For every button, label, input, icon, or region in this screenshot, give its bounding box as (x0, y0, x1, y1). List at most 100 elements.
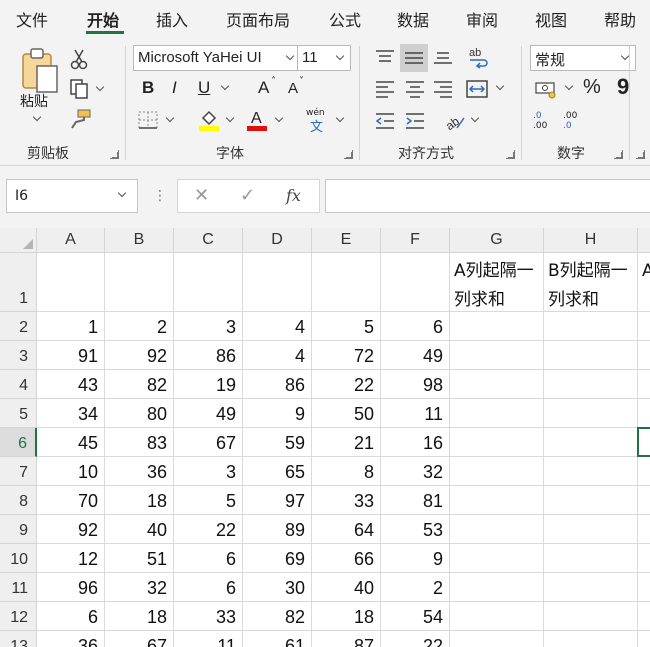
row-header-11[interactable]: 11 (0, 573, 37, 602)
cell-b13[interactable]: 67 (105, 631, 174, 647)
cell-e11[interactable]: 40 (312, 573, 381, 602)
align-left-icon[interactable] (372, 76, 398, 102)
cancel-icon[interactable]: ✕ (194, 185, 209, 206)
cell-d8[interactable]: 97 (243, 486, 312, 515)
cell-g5[interactable] (450, 399, 544, 428)
cell-i7[interactable] (638, 457, 650, 486)
cell-d6[interactable]: 59 (243, 428, 312, 457)
accounting-dropdown-icon[interactable] (564, 81, 574, 91)
active-cell-selection[interactable] (637, 427, 650, 457)
column-header-e[interactable]: E (312, 228, 381, 253)
increase-indent-icon[interactable] (402, 108, 428, 134)
cell-i10[interactable] (638, 544, 650, 573)
row-header-5[interactable]: 5 (0, 399, 37, 428)
cell-h7[interactable] (544, 457, 638, 486)
cell-c3[interactable]: 86 (174, 341, 243, 370)
align-center-icon[interactable] (402, 76, 428, 102)
cell-e1[interactable] (312, 253, 381, 312)
cell-e7[interactable]: 8 (312, 457, 381, 486)
align-middle-icon[interactable] (400, 44, 428, 72)
font-size-combobox[interactable]: 11 (297, 45, 351, 71)
cell-g13[interactable] (450, 631, 544, 647)
cell-a2[interactable]: 1 (37, 312, 105, 341)
cell-h10[interactable] (544, 544, 638, 573)
cell-b12[interactable]: 18 (105, 602, 174, 631)
cut-icon[interactable] (68, 48, 90, 70)
copy-dropdown-icon[interactable] (95, 82, 105, 92)
cell-d4[interactable]: 86 (243, 370, 312, 399)
cell-c11[interactable]: 6 (174, 573, 243, 602)
phonetic-dropdown-icon[interactable] (335, 113, 345, 123)
cell-f13[interactable]: 22 (381, 631, 450, 647)
underline-dropdown-icon[interactable] (220, 81, 230, 91)
cell-h5[interactable] (544, 399, 638, 428)
cell-c5[interactable]: 49 (174, 399, 243, 428)
orientation-icon[interactable]: ab (442, 108, 468, 134)
merge-center-icon[interactable] (464, 76, 490, 102)
tab-formulas[interactable]: 公式 (329, 7, 361, 31)
cell-e3[interactable]: 72 (312, 341, 381, 370)
cell-h12[interactable] (544, 602, 638, 631)
cell-a11[interactable]: 96 (37, 573, 105, 602)
cell-c4[interactable]: 19 (174, 370, 243, 399)
cell-h4[interactable] (544, 370, 638, 399)
cell-e5[interactable]: 50 (312, 399, 381, 428)
cell-a9[interactable]: 92 (37, 515, 105, 544)
cell-f12[interactable]: 54 (381, 602, 450, 631)
cell-f3[interactable]: 49 (381, 341, 450, 370)
font-name-combobox[interactable]: Microsoft YaHei UI (133, 45, 299, 71)
cell-a4[interactable]: 43 (37, 370, 105, 399)
cell-g6[interactable] (450, 428, 544, 457)
cell-b2[interactable]: 2 (105, 312, 174, 341)
number-launcher-icon[interactable] (614, 150, 623, 159)
cell-d13[interactable]: 61 (243, 631, 312, 647)
accounting-format-icon[interactable] (533, 78, 559, 100)
cell-f9[interactable]: 53 (381, 515, 450, 544)
cell-i1[interactable]: A列起隔两 (638, 253, 650, 312)
cell-c9[interactable]: 22 (174, 515, 243, 544)
cell-c12[interactable]: 33 (174, 602, 243, 631)
column-header-f[interactable]: F (381, 228, 450, 253)
cell-b4[interactable]: 82 (105, 370, 174, 399)
cell-g4[interactable] (450, 370, 544, 399)
cell-b8[interactable]: 18 (105, 486, 174, 515)
row-header-3[interactable]: 3 (0, 341, 37, 370)
tab-data[interactable]: 数据 (397, 7, 429, 31)
cell-d12[interactable]: 82 (243, 602, 312, 631)
cell-b7[interactable]: 36 (105, 457, 174, 486)
cell-d2[interactable]: 4 (243, 312, 312, 341)
row-header-7[interactable]: 7 (0, 457, 37, 486)
clipboard-launcher-icon[interactable] (110, 150, 119, 159)
cell-c7[interactable]: 3 (174, 457, 243, 486)
decrease-indent-icon[interactable] (372, 108, 398, 134)
cell-f6[interactable]: 16 (381, 428, 450, 457)
cell-d3[interactable]: 4 (243, 341, 312, 370)
percent-style-button[interactable]: % (583, 76, 601, 99)
row-header-13[interactable]: 13 (0, 631, 37, 647)
next-group-launcher-icon[interactable] (636, 150, 645, 159)
align-top-icon[interactable] (372, 44, 398, 70)
cell-b11[interactable]: 32 (105, 573, 174, 602)
name-box[interactable]: I6 (6, 179, 138, 213)
cell-f11[interactable]: 2 (381, 573, 450, 602)
italic-button[interactable]: I (172, 78, 177, 98)
column-header-d[interactable]: D (243, 228, 312, 253)
cell-b3[interactable]: 92 (105, 341, 174, 370)
tab-file[interactable]: 文件 (16, 7, 48, 31)
orientation-dropdown-icon[interactable] (470, 113, 480, 123)
cell-h9[interactable] (544, 515, 638, 544)
cell-d5[interactable]: 9 (243, 399, 312, 428)
cell-d1[interactable] (243, 253, 312, 312)
cell-c10[interactable]: 6 (174, 544, 243, 573)
number-format-combobox[interactable]: 常规 (530, 45, 636, 71)
cell-d10[interactable]: 69 (243, 544, 312, 573)
cell-i13[interactable] (638, 631, 650, 647)
font-color-icon[interactable]: A (246, 108, 268, 132)
cell-a13[interactable]: 36 (37, 631, 105, 647)
cell-b5[interactable]: 80 (105, 399, 174, 428)
cell-i12[interactable] (638, 602, 650, 631)
paste-dropdown-icon[interactable] (32, 112, 42, 122)
cell-b9[interactable]: 40 (105, 515, 174, 544)
cell-e9[interactable]: 64 (312, 515, 381, 544)
paste-icon[interactable] (20, 46, 60, 94)
